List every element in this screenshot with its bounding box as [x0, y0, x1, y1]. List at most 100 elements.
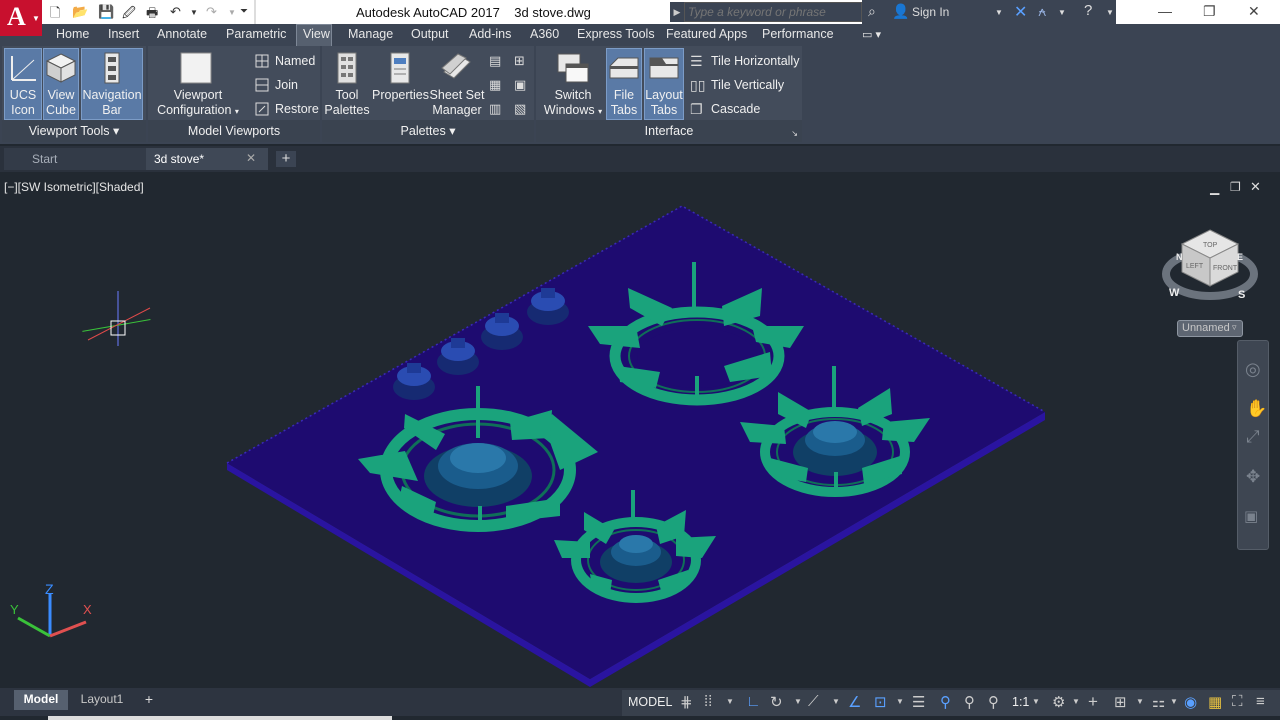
open-icon[interactable]: 📂	[72, 4, 88, 20]
infer-constraints-icon[interactable]: ∟	[746, 693, 761, 710]
search-input[interactable]	[685, 3, 861, 21]
sheet-set-manager-button[interactable]: Sheet Set Manager	[428, 88, 486, 118]
hardware-acceleration-icon[interactable]: ▦	[1208, 693, 1222, 711]
compass-e[interactable]: E	[1237, 252, 1243, 262]
switch-windows-button[interactable]: Switch Windows ▾	[542, 88, 604, 119]
scale-dropdown-icon[interactable]: ▼	[1032, 697, 1040, 706]
grid-icon[interactable]: ⋕	[680, 693, 693, 711]
view-cube-left[interactable]: LEFT	[1186, 263, 1204, 270]
redo-icon[interactable]: ↷	[206, 4, 217, 20]
polar-dropdown-icon[interactable]: ▼	[794, 697, 802, 706]
object-snap-icon[interactable]: ⊡	[874, 693, 887, 711]
join-button[interactable]: Join	[275, 78, 298, 92]
units-icon[interactable]: ⊞	[1114, 693, 1127, 711]
annotation-visibility-icon[interactable]: ⚲	[940, 693, 951, 711]
customization-menu-icon[interactable]: ≡	[1256, 693, 1265, 710]
save-as-icon[interactable]: 🖉	[122, 4, 136, 26]
search-expand-icon[interactable]: ▶	[670, 2, 684, 22]
show-motion-icon[interactable]: ▣	[1244, 507, 1258, 525]
file-tab-start[interactable]: Start	[4, 148, 146, 170]
restore-icon[interactable]: ❐	[1203, 3, 1216, 20]
compass-w[interactable]: W	[1169, 287, 1180, 299]
pan-icon[interactable]: ✋	[1246, 399, 1267, 419]
help-icon[interactable]: ?	[1084, 2, 1092, 19]
annotation-monitor-icon[interactable]: +	[1088, 692, 1098, 712]
command-line-icon[interactable]: ▥	[489, 101, 501, 117]
orbit-icon[interactable]: ✥	[1246, 467, 1260, 487]
search-box[interactable]	[684, 2, 862, 22]
help-dropdown-icon[interactable]: ▼	[1106, 8, 1114, 17]
new-tab-button[interactable]: +	[276, 151, 296, 167]
user-icon[interactable]: 👤	[892, 3, 909, 20]
tab-parametric[interactable]: Parametric	[226, 27, 286, 41]
tile-vertically-button[interactable]: Tile Vertically	[711, 78, 784, 92]
design-center-icon[interactable]: ▦	[489, 77, 501, 93]
tab-output[interactable]: Output	[411, 27, 449, 41]
named-button[interactable]: Named	[275, 54, 315, 68]
polar-tracking-icon[interactable]: ↻	[770, 693, 783, 711]
annotation-scale-value[interactable]: 1:1	[1012, 695, 1029, 709]
redo-dropdown-icon[interactable]: ▼	[228, 8, 236, 17]
a360-icon[interactable]: ⍲	[1038, 3, 1046, 20]
stove-model[interactable]: Z Y X TOP LEFT FRONT W S N E	[0, 176, 1280, 688]
tab-model[interactable]: Model	[14, 690, 68, 710]
tab-featured-apps[interactable]: Featured Apps	[666, 27, 747, 41]
model-space-toggle[interactable]: MODEL	[628, 695, 672, 709]
switch-windows-icon[interactable]	[556, 52, 590, 84]
viewport-configuration-button[interactable]: Viewport Configuration ▾	[152, 88, 244, 119]
tile-horizontally-button[interactable]: Tile Horizontally	[711, 54, 799, 68]
undo-icon[interactable]: ↶	[170, 4, 181, 20]
lineweight-icon[interactable]: ☰	[912, 693, 925, 711]
tab-express-tools[interactable]: Express Tools	[577, 27, 655, 41]
file-tab-3d-stove[interactable]: 3d stove* ✕	[146, 148, 268, 170]
view-cube[interactable]: TOP LEFT FRONT W S N E	[1162, 229, 1258, 301]
tab-layout1[interactable]: Layout1	[72, 690, 132, 710]
tab-home[interactable]: Home	[56, 27, 89, 41]
tab-manage[interactable]: Manage	[348, 27, 393, 41]
restore-button[interactable]: Restore	[275, 102, 319, 116]
quick-props-dropdown-icon[interactable]: ▼	[1170, 697, 1178, 706]
object-snap-tracking-icon[interactable]: ∠	[848, 693, 861, 711]
tab-performance[interactable]: Performance	[762, 27, 834, 41]
clean-screen-icon[interactable]: ⛶	[1232, 693, 1243, 710]
view-cube-top[interactable]: TOP	[1203, 242, 1218, 249]
panel-title-model-viewports[interactable]: Model Viewports	[148, 120, 320, 142]
tool-palettes-button[interactable]: Tool Palettes	[324, 88, 370, 118]
panel-title-palettes[interactable]: Palettes ▾	[322, 120, 534, 142]
compass-n[interactable]: N	[1176, 252, 1183, 262]
application-menu-button[interactable]: A ▼	[0, 0, 42, 36]
external-references-icon[interactable]: ▤	[489, 53, 501, 69]
panel-title-viewport-tools[interactable]: Viewport Tools ▾	[2, 120, 146, 142]
plot-icon[interactable]: 🖶	[146, 4, 158, 26]
viewport-configuration-icon[interactable]	[180, 52, 212, 84]
tool-palettes-icon[interactable]	[336, 52, 358, 84]
sign-in-dropdown-icon[interactable]: ▼	[995, 8, 1003, 17]
workspace-gear-icon[interactable]: ⚙	[1052, 693, 1065, 711]
ucs-menu[interactable]: Unnamed ▿	[1177, 320, 1243, 337]
a360-dropdown-icon[interactable]: ▼	[1058, 8, 1066, 17]
close-tab-icon[interactable]: ✕	[246, 151, 256, 165]
snap-icon[interactable]: ⁞⁞	[704, 693, 712, 710]
save-icon[interactable]: 💾	[98, 4, 114, 20]
auto-scale-icon[interactable]: ⚲	[964, 693, 975, 711]
binoculars-icon[interactable]: ⌕	[868, 3, 876, 20]
steering-wheel-icon[interactable]: ◎	[1245, 359, 1261, 380]
panel-dialog-launcher-icon[interactable]: ↘	[791, 129, 798, 138]
new-icon[interactable]: 🗋	[50, 4, 60, 26]
sheet-set-manager-icon[interactable]	[440, 52, 472, 80]
view-cube-front[interactable]: FRONT	[1213, 265, 1238, 272]
add-layout-button[interactable]: +	[140, 692, 158, 708]
sign-in-link[interactable]: Sign In	[912, 5, 949, 19]
annotation-scale-icon[interactable]: ⚲	[988, 693, 999, 711]
cascade-button[interactable]: Cascade	[711, 102, 760, 116]
compass-s[interactable]: S	[1238, 289, 1245, 301]
undo-dropdown-icon[interactable]: ▼	[190, 8, 198, 17]
tab-a360[interactable]: A360	[530, 27, 559, 41]
isodraft-icon[interactable]: ⟋	[808, 693, 819, 710]
object-snap-dropdown-icon[interactable]: ▼	[896, 697, 904, 706]
properties-button[interactable]: Properties	[372, 88, 429, 103]
customize-qat-icon[interactable]: ⏷	[240, 6, 248, 17]
close-window-icon[interactable]: ✕	[1248, 3, 1260, 20]
markup-set-icon[interactable]: ⊞	[514, 53, 525, 69]
tab-add-ins[interactable]: Add-ins	[469, 27, 511, 41]
